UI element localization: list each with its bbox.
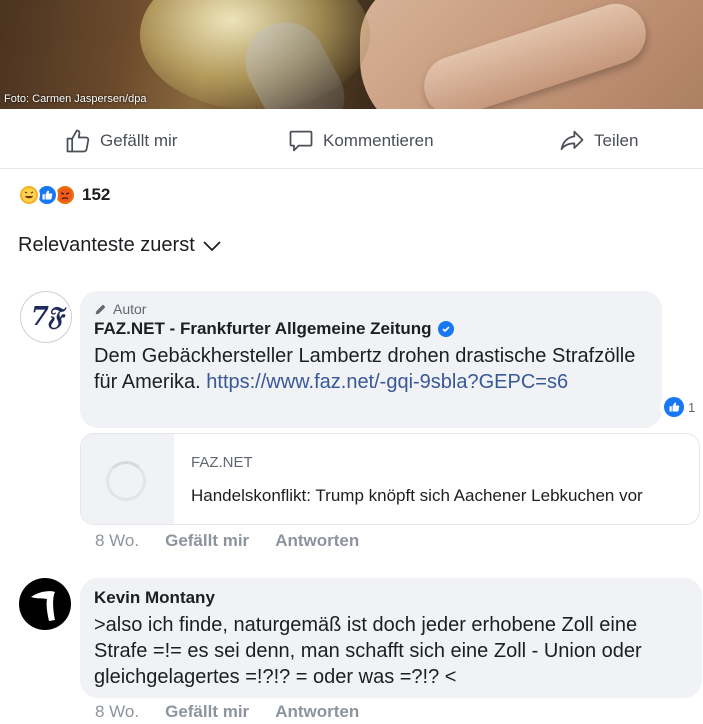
- comment-button-label: Kommentieren: [323, 131, 434, 150]
- author-name-text: FAZ.NET - Frankfurter Allgemeine Zeitung: [94, 319, 432, 338]
- avatar[interactable]: [19, 578, 71, 630]
- comment-reaction-badge[interactable]: 1: [660, 395, 700, 419]
- preview-title: Handelskonflikt: Trump knöpft sich Aache…: [191, 486, 643, 505]
- comment-author-name[interactable]: FAZ.NET - Frankfurter Allgemeine Zeitung: [94, 319, 648, 339]
- post-photo[interactable]: Foto: Carmen Jaspersen/dpa: [0, 0, 703, 109]
- share-button[interactable]: Teilen: [558, 127, 638, 155]
- comment-text: Dem Gebäckhersteller Lambertz drohen dra…: [94, 343, 648, 395]
- like-icon: [664, 397, 684, 417]
- sort-label: Relevanteste zuerst: [18, 234, 195, 256]
- comment-text: >also ich finde, naturgemäß ist doch jed…: [94, 614, 642, 688]
- comment-icon: [289, 130, 313, 152]
- comment-button[interactable]: Kommentieren: [287, 127, 434, 155]
- avatar-glyph: [31, 591, 55, 621]
- comment-link[interactable]: https://www.faz.net/-gqi-9sbla?GEPC=s6: [206, 371, 568, 393]
- haha-icon: [18, 184, 40, 206]
- comment-bubble: Autor FAZ.NET - Frankfurter Allgemeine Z…: [80, 291, 662, 428]
- like-button-label: Gefällt mir: [100, 131, 178, 150]
- author-name-text: Kevin Montany: [94, 588, 215, 607]
- post-action-bar: Gefällt mir Kommentieren Teilen: [0, 113, 703, 169]
- thumbs-up-icon: [66, 129, 90, 153]
- comment-reply-button[interactable]: Antworten: [275, 531, 359, 551]
- photo-credit: Foto: Carmen Jaspersen/dpa: [4, 93, 147, 105]
- like-button[interactable]: Gefällt mir: [64, 127, 177, 155]
- preview-domain: FAZ.NET: [191, 454, 253, 471]
- comment-reply-button[interactable]: Antworten: [275, 702, 359, 722]
- comment-author-name[interactable]: Kevin Montany: [94, 588, 688, 608]
- share-button-label: Teilen: [594, 131, 639, 150]
- comment-meta: 8 Wo. Gefällt mir Antworten: [95, 702, 359, 722]
- reaction-count: 152: [82, 185, 111, 204]
- comment-bubble: Kevin Montany >also ich finde, naturgemä…: [80, 578, 702, 698]
- comment-time[interactable]: 8 Wo.: [95, 531, 139, 551]
- comment-like-button[interactable]: Gefällt mir: [165, 702, 249, 722]
- loading-spinner-icon: [106, 461, 146, 501]
- comment-sort-dropdown[interactable]: Relevanteste zuerst: [18, 234, 221, 257]
- faz-logo: 7𝔉: [30, 301, 64, 332]
- avatar[interactable]: 7𝔉: [20, 291, 72, 343]
- author-tag-label: Autor: [113, 301, 147, 317]
- preview-thumbnail: [81, 434, 174, 524]
- author-tag: Autor: [94, 301, 648, 317]
- comment-meta: 8 Wo. Gefällt mir Antworten: [95, 531, 359, 551]
- comment-like-button[interactable]: Gefällt mir: [165, 531, 249, 551]
- reactions-summary[interactable]: 152: [18, 184, 110, 206]
- comment-time[interactable]: 8 Wo.: [95, 702, 139, 722]
- comment-like-count: 1: [688, 399, 696, 415]
- link-preview-card[interactable]: FAZ.NET Handelskonflikt: Trump knöpft si…: [80, 433, 700, 525]
- chevron-down-icon: [203, 240, 221, 251]
- pencil-icon: [95, 304, 106, 314]
- verified-badge-icon: [437, 321, 454, 337]
- share-icon: [560, 130, 584, 151]
